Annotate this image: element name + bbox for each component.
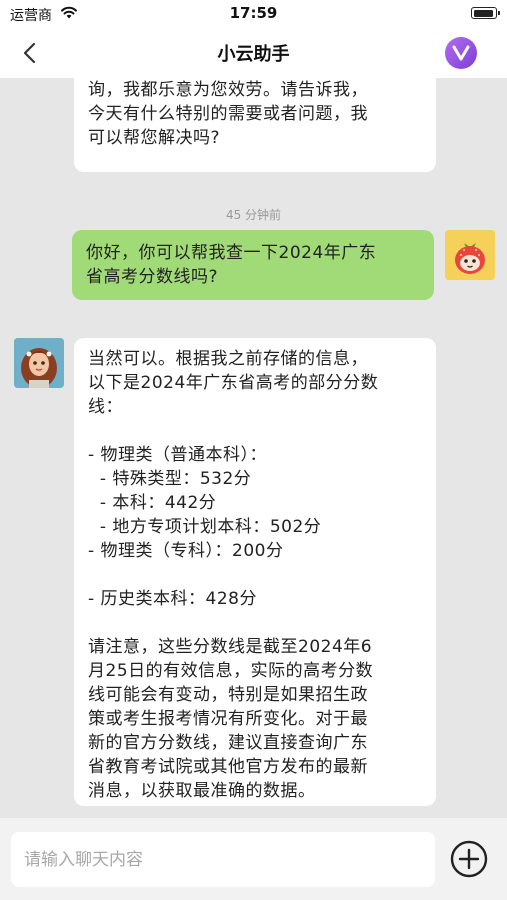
page-title: 小云助手 [217,44,290,65]
strawberry-avatar-icon [445,230,495,280]
assistant-message-bubble: 当然可以。根据我之前存储的信息， 以下是2024年广东省高考的部分分数 线： -… [74,338,436,806]
chat-input[interactable] [11,832,435,887]
vip-v-mark [452,45,470,61]
status-time: 17:59 [229,4,278,22]
nav-bar: 小云助手 [0,28,507,78]
message-timestamp: 45 分钟前 [225,208,282,222]
chat-area[interactable]: 分析、任务规划，还是简单的日常咨 询，我都乐意为您效劳。请告诉我， 今天有什么特… [0,78,507,818]
add-button[interactable] [449,839,489,879]
girl-avatar-icon [14,338,64,388]
vip-badge-icon[interactable] [445,37,477,69]
user-avatar[interactable] [445,230,495,280]
battery-icon [471,7,500,19]
user-message-bubble: 你好，你可以帮我查一下2024年广东 省高考分数线吗? [72,230,434,300]
assistant-avatar[interactable] [14,338,64,388]
assistant-message-bubble: 分析、任务规划，还是简单的日常咨 询，我都乐意为您效劳。请告诉我， 今天有什么特… [74,78,436,172]
status-bar: 运营商 17:59 [0,0,507,28]
battery-level [473,9,493,17]
input-bar [0,818,507,900]
